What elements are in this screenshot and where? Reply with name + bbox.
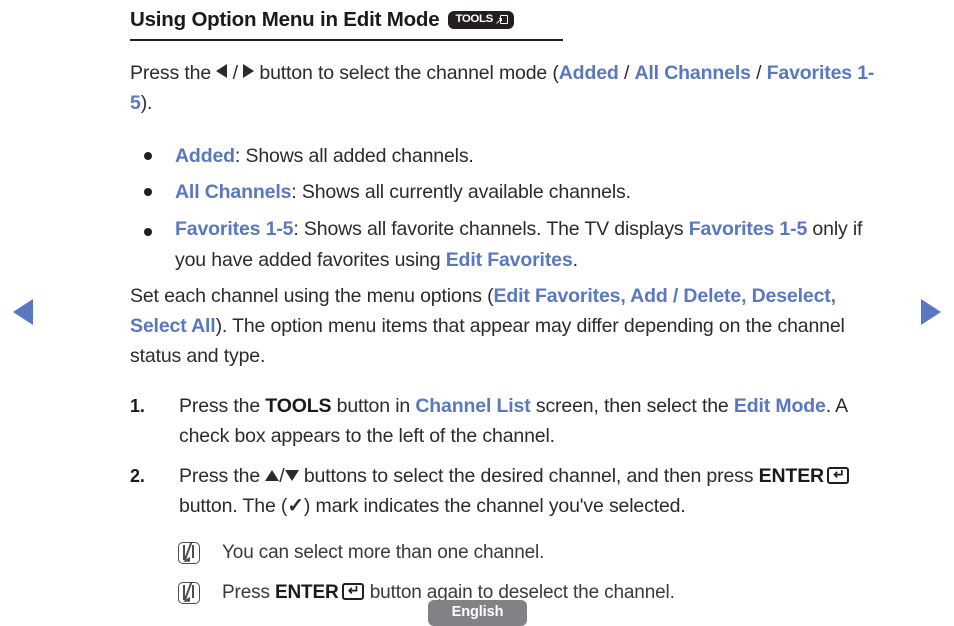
bullet-term-edit-favorites[interactable]: Edit Favorites [446, 249, 573, 271]
note2-text-1: Press [222, 581, 275, 603]
right-triangle-icon [243, 64, 255, 79]
heading-underline [130, 39, 563, 42]
enter-key-icon: ↵ [341, 582, 364, 600]
procedure-steps: 1. Press the TOOLS button in Channel List… [130, 391, 895, 521]
intro-text-3: ). [140, 92, 153, 115]
intro-text-2: button to select the channel mode ( [254, 62, 559, 85]
down-triangle-icon [284, 469, 299, 481]
intro-slash-2: / [750, 62, 767, 85]
edit-mode-link[interactable]: Edit Mode [734, 395, 826, 417]
note-pen-icon [178, 541, 200, 564]
bullet-dot-icon [144, 151, 152, 160]
bullet-term-all-channels[interactable]: All Channels [175, 181, 291, 203]
step2-text-3: button. The ( [179, 494, 288, 517]
step2-text-4: ) mark indicates the channel you've sele… [303, 494, 686, 517]
enter-key-icon: ↵ [826, 466, 849, 484]
list-item: Added: Shows all added channels. [130, 138, 895, 174]
up-triangle-icon [265, 469, 280, 481]
note-pen-icon [178, 581, 200, 604]
channel-list-link[interactable]: Channel List [415, 395, 530, 417]
step1-text-2: button in [331, 394, 416, 417]
note2-enter-label: ENTER [274, 581, 339, 603]
step2-enter-label: ENTER [758, 464, 824, 487]
step2-text-2: buttons to select the desired channel, a… [298, 464, 759, 487]
step1-text-1: Press the [179, 394, 266, 417]
step-number: 2. [130, 465, 145, 486]
set-channel-paragraph: Set each channel using the menu options … [130, 281, 895, 371]
tools-badge-label: TOOLS [455, 13, 493, 25]
bullet-term-added[interactable]: Added [175, 145, 235, 167]
list-item: You can select more than one channel. [130, 533, 895, 573]
left-triangle-icon [216, 64, 228, 79]
intro-slash-1: / [618, 62, 635, 85]
step1-text-3: screen, then select the [530, 394, 734, 417]
intro-separator: / [227, 62, 244, 85]
channel-mode-bullet-list: Added: Shows all added channels. All Cha… [130, 138, 895, 276]
bullet-dot-icon [144, 227, 152, 236]
bullet-text-added: : Shows all added channels. [234, 144, 474, 167]
list-item: 1. Press the TOOLS button in Channel List… [130, 391, 895, 451]
step-number: 1. [130, 395, 145, 416]
step1-tools-label: TOOLS [265, 394, 332, 417]
mode-all-channels-link[interactable]: All Channels [634, 62, 750, 84]
previous-page-arrow-icon[interactable] [13, 299, 33, 325]
bullet-text-all-channels: : Shows all currently available channels… [291, 180, 631, 203]
step2-text-1: Press the [179, 464, 266, 487]
intro-text-1: Press the [130, 62, 217, 85]
set-text-2: ). The option menu items that appear may… [130, 314, 845, 367]
list-item: All Channels: Shows all currently availa… [130, 174, 895, 210]
section-heading: Using Option Menu in Edit Mode TOOLS ↗ [130, 8, 895, 35]
tools-badge: TOOLS ↗ [448, 11, 514, 29]
check-mark-icon: ✓ [287, 494, 304, 517]
next-page-arrow-icon[interactable] [921, 299, 941, 325]
list-item: 2. Press the / buttons to select the desi… [130, 461, 895, 521]
note1-text: You can select more than one channel. [222, 541, 545, 563]
bullet-dot-icon [144, 187, 152, 196]
manual-page: Using Option Menu in Edit Mode TOOLS ↗ P… [0, 0, 954, 626]
list-item: Favorites 1-5: Shows all favorite channe… [130, 214, 895, 276]
language-badge: English [428, 600, 527, 626]
tools-arrow-box-icon: ↗ [495, 14, 508, 26]
page-title: Using Option Menu in Edit Mode [130, 8, 440, 31]
mode-added-link[interactable]: Added [559, 62, 619, 84]
bullet-text-favorites-a: : Shows all favorite channels. The TV di… [293, 217, 689, 240]
bullet-term-favorites[interactable]: Favorites 1-5 [175, 218, 294, 240]
bullet-term-favorites-b[interactable]: Favorites 1-5 [689, 218, 808, 240]
bullet-text-favorites-c: . [572, 248, 578, 271]
content-column: Using Option Menu in Edit Mode TOOLS ↗ P… [130, 8, 895, 613]
set-text-1: Set each channel using the menu options … [130, 284, 494, 307]
intro-paragraph: Press the / button to select the channel… [130, 58, 895, 118]
